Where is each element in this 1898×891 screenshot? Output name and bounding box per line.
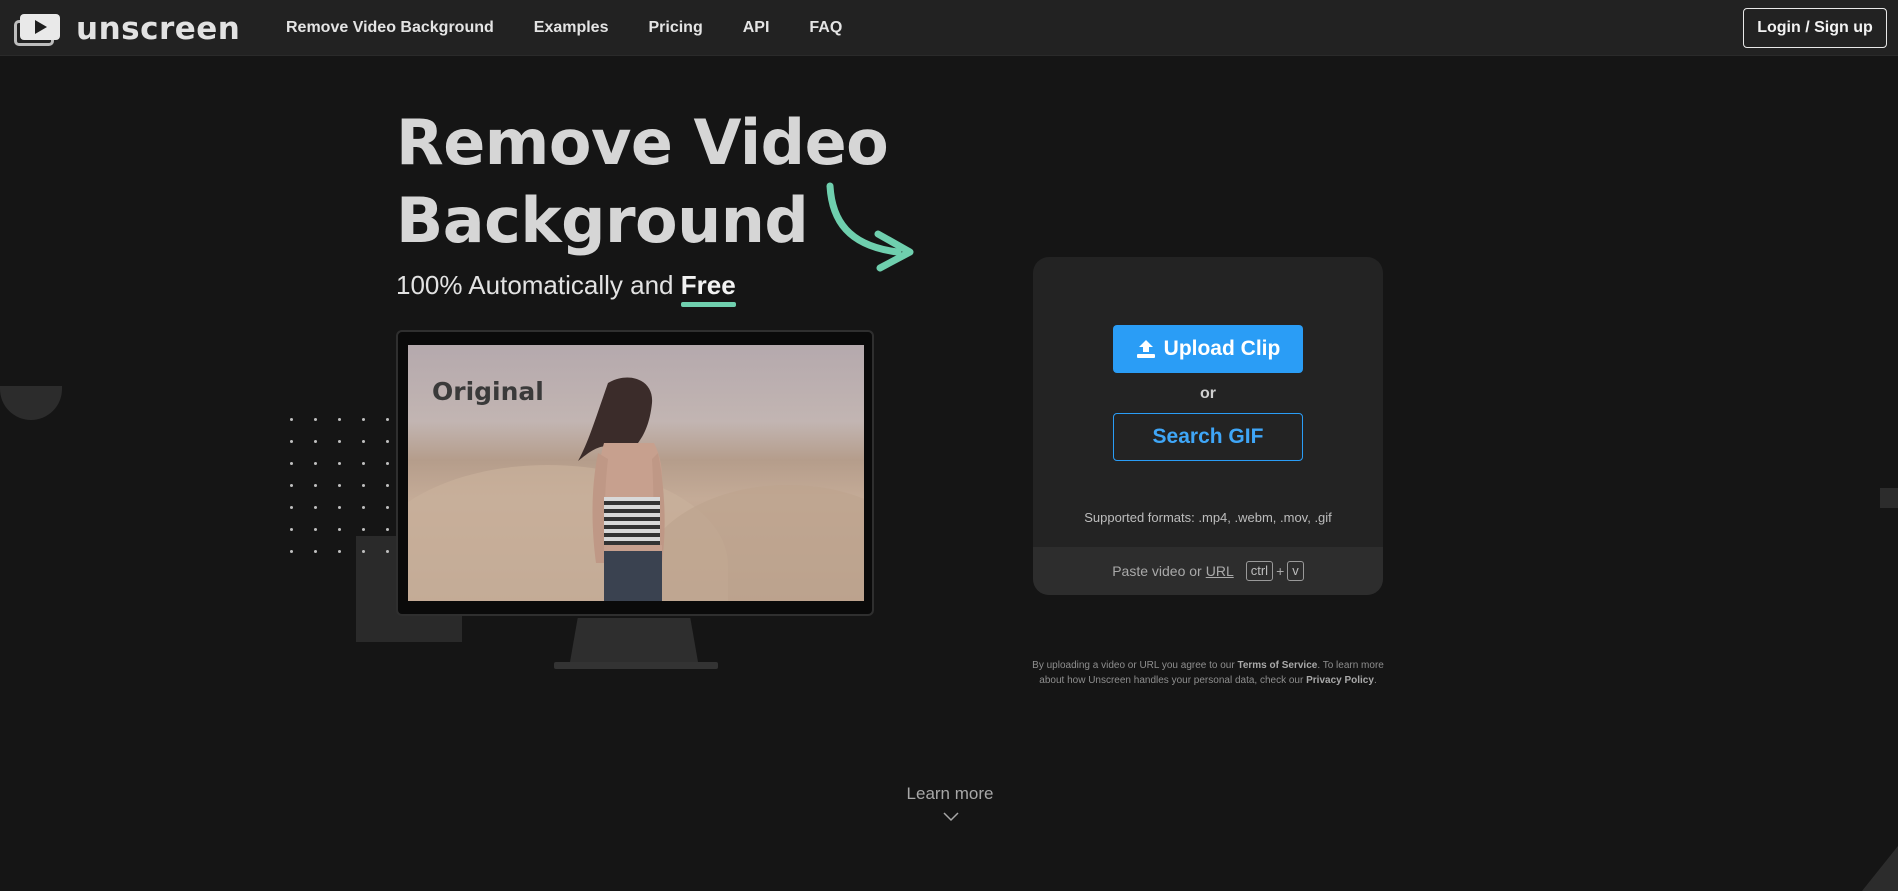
decor-dot [338, 528, 341, 531]
decor-dot [362, 550, 365, 553]
decor-dot [386, 506, 389, 509]
paste-prefix: Paste video or [1112, 563, 1202, 579]
upload-icon [1136, 340, 1155, 358]
nav-link-examples[interactable]: Examples [534, 19, 609, 37]
curved-arrow-icon [826, 182, 914, 272]
decor-dot [362, 528, 365, 531]
decor-dot [338, 462, 341, 465]
play-icon [14, 12, 60, 46]
decor-dot [338, 506, 341, 509]
preview-person-image [578, 377, 665, 601]
decor-dot [290, 484, 293, 487]
main-nav: Remove Video Background Examples Pricing… [286, 0, 882, 56]
terms-of-service-link[interactable]: Terms of Service [1237, 660, 1317, 671]
brand-name: unscreen [76, 11, 241, 47]
login-signup-button[interactable]: Login / Sign up [1743, 8, 1887, 48]
decor-dot [386, 440, 389, 443]
kbd-plus: + [1276, 563, 1285, 579]
privacy-policy-link[interactable]: Privacy Policy [1306, 675, 1374, 686]
decor-dot [362, 440, 365, 443]
hero-title-line1: Remove Video [396, 106, 889, 179]
decor-dot [290, 462, 293, 465]
kbd-ctrl: ctrl [1245, 561, 1274, 581]
decor-dot [314, 506, 317, 509]
nav-link-api[interactable]: API [743, 19, 770, 37]
decor-corner-triangle [1862, 846, 1898, 891]
decor-dot [314, 550, 317, 553]
kbd-v: v [1287, 561, 1304, 581]
decor-dot [314, 462, 317, 465]
learn-more-link[interactable]: Learn more [850, 784, 1050, 804]
paste-url-link[interactable]: URL [1206, 563, 1234, 579]
nav-link-remove-video-background[interactable]: Remove Video Background [286, 19, 494, 37]
decor-dot [314, 528, 317, 531]
supported-formats-text: Supported formats: .mp4, .webm, .mov, .g… [1084, 510, 1332, 525]
search-gif-button[interactable]: Search GIF [1113, 413, 1303, 461]
decor-dot [362, 418, 365, 421]
preview-label-original: Original [432, 377, 544, 406]
paste-bar[interactable]: Paste video or URL ctrl + v [1033, 547, 1383, 595]
hero-subtitle-prefix: 100% Automatically and [396, 270, 681, 300]
decor-dot [290, 506, 293, 509]
decor-dot [290, 440, 293, 443]
nav-link-pricing[interactable]: Pricing [648, 19, 702, 37]
preview-monitor: Original [396, 330, 874, 616]
legal-notice: By uploading a video or URL you agree to… [1032, 660, 1384, 686]
upload-card: Upload Clip or Search GIF Supported form… [1033, 257, 1383, 595]
decor-dot [362, 506, 365, 509]
decor-half-circle [0, 386, 62, 420]
monitor-stand [570, 618, 698, 662]
or-separator: or [1200, 385, 1216, 402]
decor-dot [338, 418, 341, 421]
decor-right-tab [1880, 488, 1898, 508]
monitor-stand-base [554, 662, 718, 669]
nav-link-faq[interactable]: FAQ [809, 19, 842, 37]
decor-dot [338, 440, 341, 443]
preview-video[interactable]: Original [408, 345, 864, 601]
decor-dot [386, 484, 389, 487]
top-navbar: unscreen Remove Video Background Example… [0, 0, 1898, 56]
decor-dot [338, 484, 341, 487]
decor-dot-grid [290, 418, 400, 568]
upload-clip-label: Upload Clip [1163, 337, 1281, 360]
decor-dot [386, 462, 389, 465]
decor-dot [362, 462, 365, 465]
upload-clip-button[interactable]: Upload Clip [1113, 325, 1303, 373]
decor-dot [386, 528, 389, 531]
hero-subtitle: 100% Automatically and Free [396, 270, 736, 301]
brand-logo[interactable]: unscreen [14, 12, 240, 46]
decor-dot [362, 484, 365, 487]
decor-dot [386, 550, 389, 553]
hero-subtitle-free: Free [680, 270, 736, 300]
decor-dot [338, 550, 341, 553]
decor-dot [314, 440, 317, 443]
decor-dot [290, 550, 293, 553]
decor-dot [386, 418, 389, 421]
chevron-down-icon[interactable] [943, 812, 959, 822]
decor-dot [314, 484, 317, 487]
hero-title-line2: Background [396, 184, 809, 257]
decor-dot [314, 418, 317, 421]
decor-dot [290, 418, 293, 421]
decor-dot [290, 528, 293, 531]
